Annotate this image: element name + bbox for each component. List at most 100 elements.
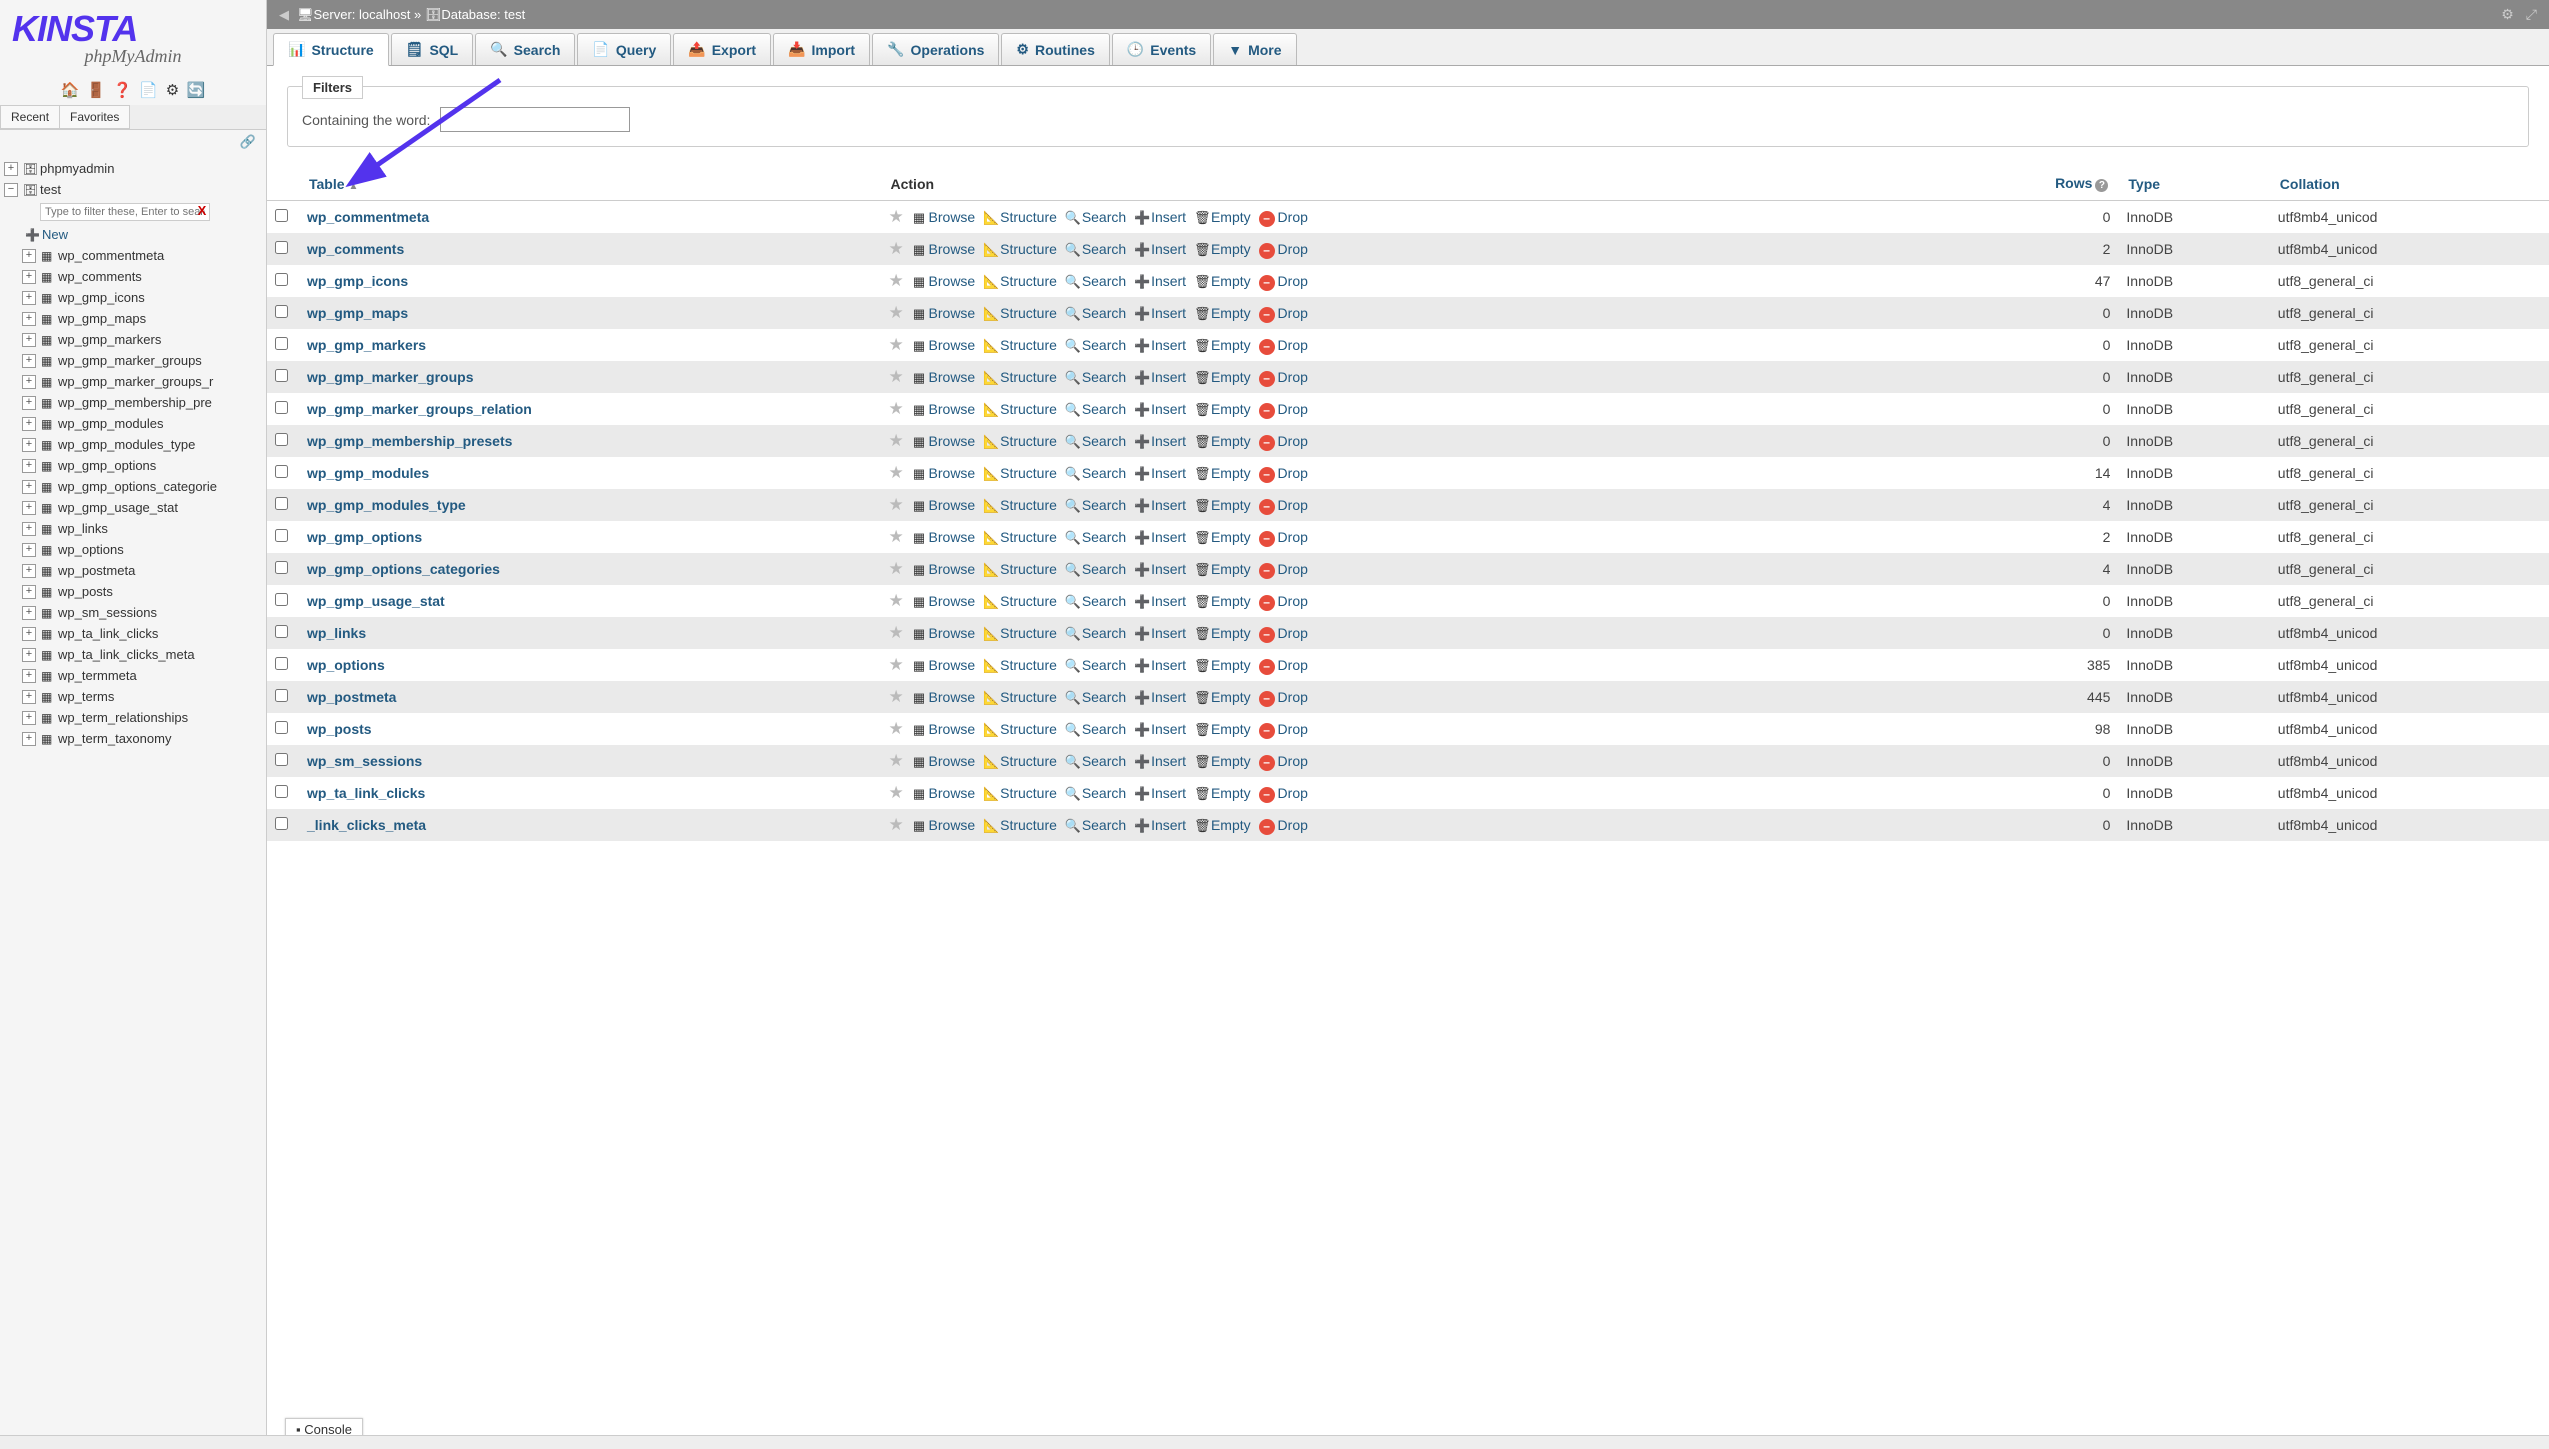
table-name-link[interactable]: wp_commentmeta <box>307 209 429 225</box>
expand-icon[interactable]: + <box>4 162 18 176</box>
expand-icon[interactable]: + <box>22 501 36 515</box>
tree-table-label[interactable]: wp_posts <box>58 584 113 599</box>
table-name-link[interactable]: wp_gmp_modules <box>307 465 429 481</box>
action-empty[interactable]: Empty <box>1211 625 1251 641</box>
tree-filter-input[interactable] <box>40 203 210 221</box>
action-drop[interactable]: Drop <box>1278 209 1308 225</box>
action-insert[interactable]: Insert <box>1151 625 1186 641</box>
action-browse[interactable]: Browse <box>929 785 976 801</box>
action-browse[interactable]: Browse <box>929 689 976 705</box>
action-browse[interactable]: Browse <box>929 209 976 225</box>
favorite-icon[interactable]: ★ <box>889 655 904 674</box>
table-name-link[interactable]: wp_gmp_icons <box>307 273 408 289</box>
settings-icon[interactable]: ⚙ <box>166 82 179 99</box>
row-checkbox[interactable] <box>275 529 288 542</box>
col-rows[interactable]: Rows? <box>1941 167 2118 201</box>
action-drop[interactable]: Drop <box>1278 657 1308 673</box>
tree-table-label[interactable]: wp_gmp_membership_pre <box>58 395 212 410</box>
action-drop[interactable]: Drop <box>1278 753 1308 769</box>
action-browse[interactable]: Browse <box>929 497 976 513</box>
table-name-link[interactable]: wp_links <box>307 625 366 641</box>
action-insert[interactable]: Insert <box>1151 785 1186 801</box>
tree-new[interactable]: ➕ New <box>20 224 264 245</box>
expand-icon[interactable]: + <box>22 459 36 473</box>
col-type[interactable]: Type <box>2118 167 2269 201</box>
action-drop[interactable]: Drop <box>1278 689 1308 705</box>
expand-icon[interactable]: + <box>22 438 36 452</box>
action-empty[interactable]: Empty <box>1211 785 1251 801</box>
tab-more[interactable]: ▼More <box>1213 33 1296 65</box>
action-browse[interactable]: Browse <box>929 369 976 385</box>
table-name-link[interactable]: wp_gmp_modules_type <box>307 497 466 513</box>
tree-table-label[interactable]: wp_ta_link_clicks <box>58 626 158 641</box>
tree-table-label[interactable]: wp_options <box>58 542 124 557</box>
action-structure[interactable]: Structure <box>1000 305 1057 321</box>
row-checkbox[interactable] <box>275 241 288 254</box>
tree-table-label[interactable]: wp_gmp_modules <box>58 416 164 431</box>
new-label[interactable]: New <box>42 227 68 242</box>
favorite-icon[interactable]: ★ <box>889 335 904 354</box>
action-structure[interactable]: Structure <box>1000 337 1057 353</box>
tab-export[interactable]: 📤Export <box>673 33 771 65</box>
tree-table[interactable]: +▦wp_comments <box>20 266 264 287</box>
row-checkbox[interactable] <box>275 401 288 414</box>
expand-icon[interactable]: + <box>22 249 36 263</box>
action-search[interactable]: Search <box>1082 401 1126 417</box>
expand-icon[interactable]: + <box>22 543 36 557</box>
action-browse[interactable]: Browse <box>929 401 976 417</box>
expand-icon[interactable]: + <box>22 711 36 725</box>
action-search[interactable]: Search <box>1082 785 1126 801</box>
action-insert[interactable]: Insert <box>1151 593 1186 609</box>
expand-icon[interactable]: + <box>22 312 36 326</box>
action-insert[interactable]: Insert <box>1151 721 1186 737</box>
table-name-link[interactable]: wp_gmp_marker_groups <box>307 369 474 385</box>
action-browse[interactable]: Browse <box>929 465 976 481</box>
action-empty[interactable]: Empty <box>1211 721 1251 737</box>
collapse-top-icon[interactable]: ⤢ <box>2526 6 2537 23</box>
action-empty[interactable]: Empty <box>1211 273 1251 289</box>
table-name-link[interactable]: wp_ta_link_clicks <box>307 785 425 801</box>
expand-icon[interactable]: + <box>22 732 36 746</box>
tree-table[interactable]: +▦wp_commentmeta <box>20 245 264 266</box>
row-checkbox[interactable] <box>275 433 288 446</box>
tab-import[interactable]: 📥Import <box>773 33 870 65</box>
tree-table-label[interactable]: wp_gmp_icons <box>58 290 145 305</box>
collapse-icon[interactable]: − <box>4 183 18 197</box>
favorite-icon[interactable]: ★ <box>889 495 904 514</box>
favorite-icon[interactable]: ★ <box>889 687 904 706</box>
action-structure[interactable]: Structure <box>1000 753 1057 769</box>
expand-icon[interactable]: + <box>22 375 36 389</box>
action-drop[interactable]: Drop <box>1278 433 1308 449</box>
row-checkbox[interactable] <box>275 593 288 606</box>
action-search[interactable]: Search <box>1082 721 1126 737</box>
table-name-link[interactable]: wp_comments <box>307 241 404 257</box>
tab-routines[interactable]: ⚙Routines <box>1001 33 1109 65</box>
action-insert[interactable]: Insert <box>1151 753 1186 769</box>
action-structure[interactable]: Structure <box>1000 529 1057 545</box>
action-drop[interactable]: Drop <box>1278 337 1308 353</box>
action-structure[interactable]: Structure <box>1000 817 1057 833</box>
action-insert[interactable]: Insert <box>1151 529 1186 545</box>
tree-table[interactable]: +▦wp_sm_sessions <box>20 602 264 623</box>
expand-icon[interactable]: + <box>22 417 36 431</box>
action-structure[interactable]: Structure <box>1000 785 1057 801</box>
action-insert[interactable]: Insert <box>1151 561 1186 577</box>
favorite-icon[interactable]: ★ <box>889 271 904 290</box>
action-insert[interactable]: Insert <box>1151 337 1186 353</box>
server-link[interactable]: localhost <box>359 7 410 22</box>
tab-favorites[interactable]: Favorites <box>60 105 130 129</box>
tree-table-label[interactable]: wp_gmp_usage_stat <box>58 500 178 515</box>
nav-left-icon[interactable]: ◀ <box>279 7 289 23</box>
tree-table[interactable]: +▦wp_gmp_modules <box>20 413 264 434</box>
tree-table-label[interactable]: wp_comments <box>58 269 142 284</box>
tab-recent[interactable]: Recent <box>0 105 60 129</box>
tree-table[interactable]: +▦wp_options <box>20 539 264 560</box>
help-icon[interactable]: ❓ <box>113 82 132 99</box>
action-structure[interactable]: Structure <box>1000 721 1057 737</box>
action-search[interactable]: Search <box>1082 529 1126 545</box>
action-browse[interactable]: Browse <box>929 561 976 577</box>
action-empty[interactable]: Empty <box>1211 817 1251 833</box>
tab-structure[interactable]: 📊Structure <box>273 33 389 66</box>
containing-input[interactable] <box>440 107 630 132</box>
tree-table-label[interactable]: wp_commentmeta <box>58 248 164 263</box>
